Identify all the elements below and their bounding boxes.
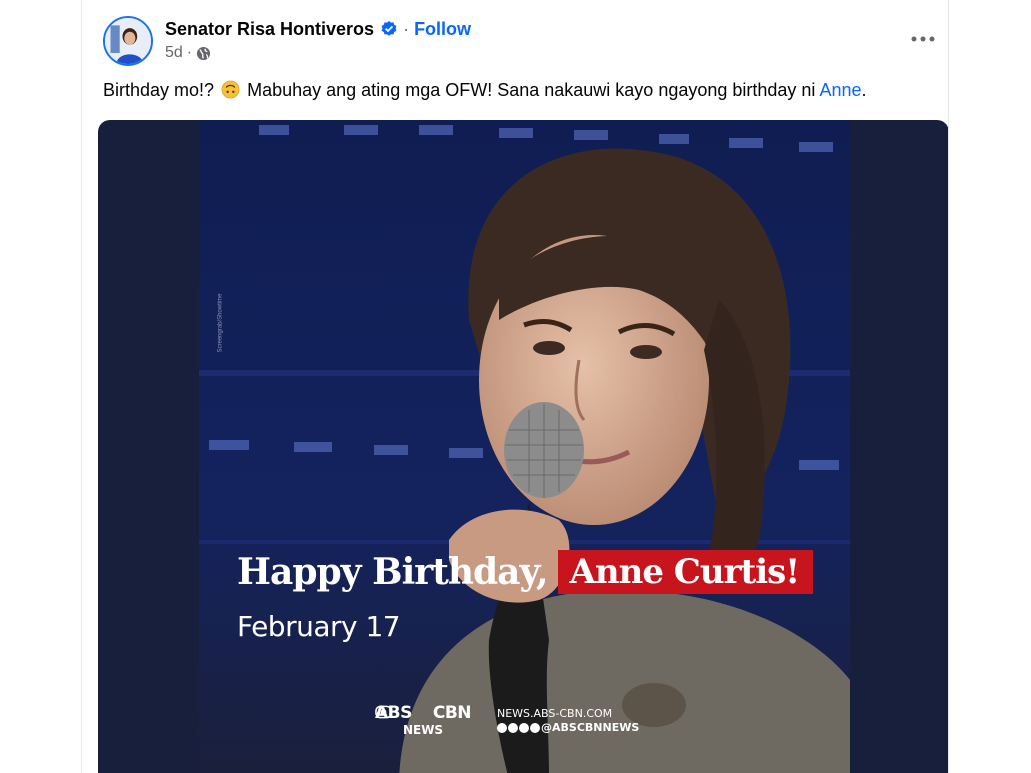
author-avatar[interactable] — [103, 16, 153, 66]
instagram-icon — [519, 723, 529, 733]
post-caption: Birthday mo!? Mabuhay ang ating mga OFW!… — [103, 80, 867, 101]
globe-icon[interactable] — [196, 46, 211, 61]
more-horizontal-icon — [911, 36, 935, 42]
social-handle: @ABSCBNNEWS — [541, 721, 640, 734]
headline-highlight: Anne Curtis! — [557, 550, 814, 594]
upside-down-face-icon — [221, 80, 240, 99]
post-media[interactable]: Screengrab/Showtime Happy Birthday, Anne… — [98, 120, 948, 773]
mention-link[interactable]: Anne — [819, 80, 861, 100]
abs-cbn-eye-icon — [375, 705, 431, 721]
facebook-icon — [497, 723, 507, 733]
twitter-icon — [508, 723, 518, 733]
verified-badge-icon — [380, 20, 398, 38]
site-url: NEWS.ABS-CBN.COM — [497, 707, 613, 720]
more-options-button[interactable] — [908, 26, 938, 52]
brand-sub: NEWS — [402, 723, 444, 737]
post-photo: Screengrab/Showtime Happy Birthday, Anne… — [199, 120, 850, 773]
caption-text-main: Mabuhay ang ating mga OFW! Sana nakauwi … — [247, 80, 816, 100]
overlay-headline: Happy Birthday, Anne Curtis! — [237, 550, 814, 594]
youtube-icon — [530, 723, 540, 733]
author-name[interactable]: Senator Risa Hontiveros — [165, 19, 374, 40]
post-card: Senator Risa Hontiveros · Follow 5d · Bi… — [81, 0, 949, 773]
site-info: NEWS.ABS-CBN.COM @ABSCBNNEWS — [497, 707, 639, 735]
brand-right: CBN — [432, 703, 472, 723]
name-separator: · — [403, 18, 410, 39]
social-row: @ABSCBNNEWS — [497, 721, 639, 735]
headline-text: Happy Birthday, — [237, 551, 549, 593]
abs-cbn-logo: ABS CBN NEWS — [375, 703, 472, 737]
caption-text-start: Birthday mo!? — [103, 80, 215, 100]
author-row: Senator Risa Hontiveros · Follow — [165, 18, 471, 40]
follow-button[interactable]: Follow — [414, 19, 471, 40]
photo-illustration — [199, 120, 850, 773]
photo-watermark: Screengrab/Showtime — [217, 293, 224, 353]
post-meta: 5d · — [165, 44, 211, 62]
caption-text-end: . — [861, 80, 867, 100]
overlay-date: February 17 — [237, 610, 401, 643]
meta-separator: · — [186, 44, 193, 61]
post-timestamp[interactable]: 5d — [165, 44, 183, 62]
